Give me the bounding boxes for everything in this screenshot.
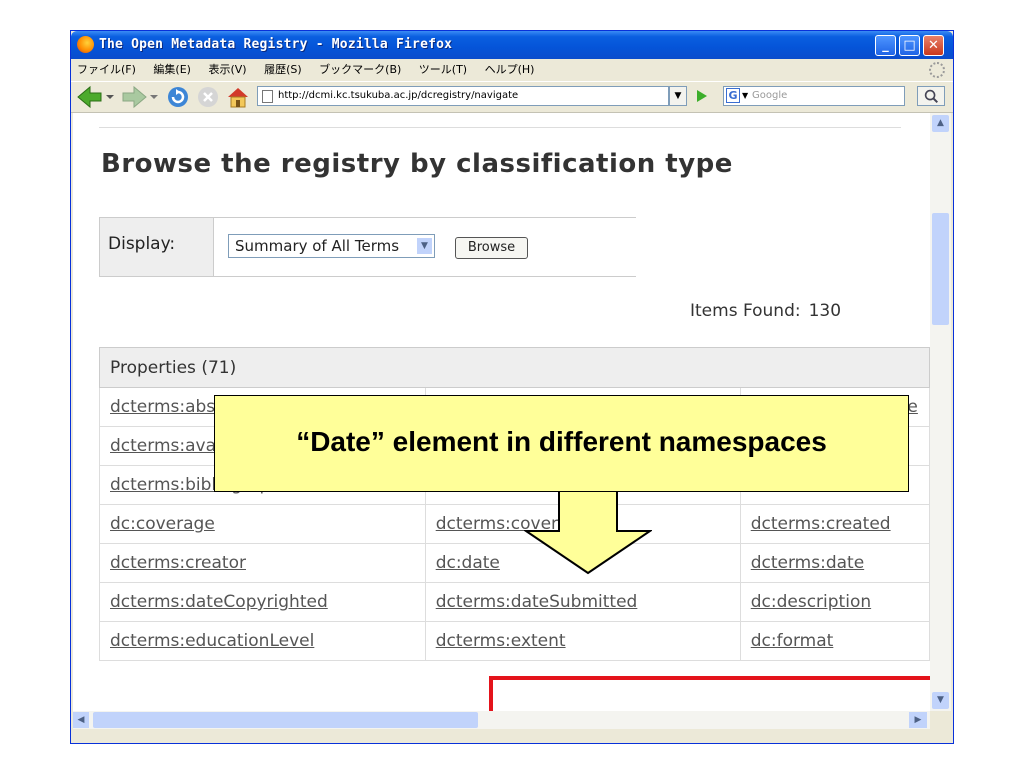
- table-header-row: Properties (71): [99, 347, 930, 388]
- term-link[interactable]: dcterms:dateSubmitted: [436, 592, 638, 612]
- date-highlight-box: [489, 676, 930, 711]
- callout-text: “Date” element in different namespaces: [296, 426, 827, 457]
- scroll-right-icon[interactable]: ▶: [909, 712, 927, 728]
- url-text: http://dcmi.kc.tsukuba.ac.jp/dcregistry/…: [278, 90, 519, 101]
- close-button[interactable]: ✕: [923, 35, 944, 56]
- menu-edit[interactable]: 編集(E): [153, 59, 191, 81]
- horizontal-scroll-thumb[interactable]: [93, 712, 478, 728]
- table-cell: dcterms:created: [739, 504, 930, 544]
- table-cell: dc:format: [739, 621, 930, 661]
- items-found: Items Found: 130: [690, 301, 841, 321]
- table-row: dcterms:creator dc:date dcterms:date: [99, 543, 930, 583]
- table-cell: dcterms:dateSubmitted: [424, 582, 741, 622]
- menu-tools[interactable]: ツール(T): [419, 59, 467, 81]
- term-link[interactable]: dc:format: [751, 631, 834, 651]
- term-link[interactable]: dc:date: [436, 553, 500, 573]
- display-controls: Summary of All Terms ▼ Browse: [213, 218, 636, 276]
- down-arrow-annotation: [524, 491, 652, 575]
- forward-button[interactable]: [119, 85, 159, 109]
- url-history-dropdown[interactable]: ▼: [669, 86, 687, 106]
- page-title: Browse the registry by classification ty…: [101, 149, 733, 179]
- url-input[interactable]: http://dcmi.kc.tsukuba.ac.jp/dcregistry/…: [257, 86, 669, 106]
- table-cell: dcterms:creator: [99, 543, 426, 583]
- menu-view[interactable]: 表示(V): [208, 59, 246, 81]
- go-button[interactable]: [691, 86, 711, 106]
- display-select[interactable]: Summary of All Terms ▼: [228, 234, 435, 258]
- browser-window: The Open Metadata Registry - Mozilla Fir…: [70, 30, 954, 744]
- menu-bookmarks[interactable]: ブックマーク(B): [319, 59, 401, 81]
- minimize-button[interactable]: _: [875, 35, 896, 56]
- search-engine-dropdown[interactable]: ▼: [742, 88, 748, 104]
- menu-help[interactable]: ヘルプ(H): [485, 59, 535, 81]
- scroll-down-icon[interactable]: ▼: [932, 692, 949, 709]
- display-select-value: Summary of All Terms: [235, 237, 400, 255]
- maximize-button[interactable]: □: [899, 35, 920, 56]
- table-cell: dcterms:educationLevel: [99, 621, 426, 661]
- menu-history[interactable]: 履歴(S): [264, 59, 302, 81]
- search-input[interactable]: G ▼ Google: [723, 86, 905, 106]
- search-engine-icon[interactable]: G: [726, 88, 740, 103]
- display-label: Display:: [108, 234, 176, 254]
- term-link[interactable]: dcterms:extent: [436, 631, 566, 651]
- page-content: Browse the registry by classification ty…: [73, 113, 930, 711]
- items-found-count: 130: [808, 301, 842, 321]
- scroll-thumb[interactable]: [932, 213, 949, 325]
- properties-header: Properties (71): [99, 347, 930, 388]
- table-cell: dcterms:dateCopyrighted: [99, 582, 426, 622]
- display-filter: Display: Summary of All Terms ▼ Browse: [99, 217, 636, 277]
- browse-button[interactable]: Browse: [455, 237, 528, 259]
- throbber-icon: [929, 62, 945, 78]
- table-cell: dcterms:date: [739, 543, 930, 583]
- term-link[interactable]: dcterms:date: [751, 553, 864, 573]
- back-button[interactable]: [75, 85, 115, 109]
- page-icon: [262, 90, 273, 103]
- vertical-scrollbar[interactable]: ▲ ▼: [930, 113, 951, 711]
- menu-bar: ファイル(F) 編集(E) 表示(V) 履歴(S) ブックマーク(B) ツール(…: [71, 59, 953, 81]
- chevron-down-icon[interactable]: ▼: [417, 238, 432, 254]
- title-bar[interactable]: The Open Metadata Registry - Mozilla Fir…: [71, 31, 953, 59]
- table-row: dcterms:dateCopyrighted dcterms:dateSubmi…: [99, 582, 930, 622]
- reload-icon[interactable]: [165, 85, 191, 109]
- search-placeholder: Google: [752, 90, 788, 101]
- scroll-up-icon[interactable]: ▲: [932, 115, 949, 132]
- term-link[interactable]: dc:description: [751, 592, 871, 612]
- window-title: The Open Metadata Registry - Mozilla Fir…: [99, 37, 453, 52]
- firefox-icon: [77, 36, 94, 53]
- table-row: dc:coverage dcterms:coverage dcterms:creat…: [99, 504, 930, 544]
- search-button[interactable]: [917, 86, 945, 106]
- term-link[interactable]: dcterms:educationLevel: [110, 631, 314, 651]
- table-cell: dcterms:extent: [424, 621, 741, 661]
- term-link[interactable]: dcterms:creator: [110, 553, 246, 573]
- stop-icon[interactable]: [195, 85, 221, 109]
- table-cell: dc:description: [739, 582, 930, 622]
- divider: [99, 127, 901, 128]
- term-link[interactable]: dc:coverage: [110, 514, 215, 534]
- table-row: dcterms:educationLevel dcterms:extent dc:f…: [99, 621, 930, 661]
- navigation-toolbar: http://dcmi.kc.tsukuba.ac.jp/dcregistry/…: [71, 81, 953, 113]
- term-link[interactable]: dcterms:dateCopyrighted: [110, 592, 328, 612]
- home-icon[interactable]: [225, 85, 251, 109]
- scroll-left-icon[interactable]: ◀: [73, 712, 89, 728]
- items-found-label: Items Found:: [690, 301, 801, 321]
- table-cell: dc:coverage: [99, 504, 426, 544]
- annotation-callout: “Date” element in different namespaces: [214, 395, 909, 492]
- term-link[interactable]: dcterms:created: [751, 514, 891, 534]
- menu-file[interactable]: ファイル(F): [77, 59, 136, 81]
- horizontal-scrollbar[interactable]: ◀ ▶: [73, 711, 930, 729]
